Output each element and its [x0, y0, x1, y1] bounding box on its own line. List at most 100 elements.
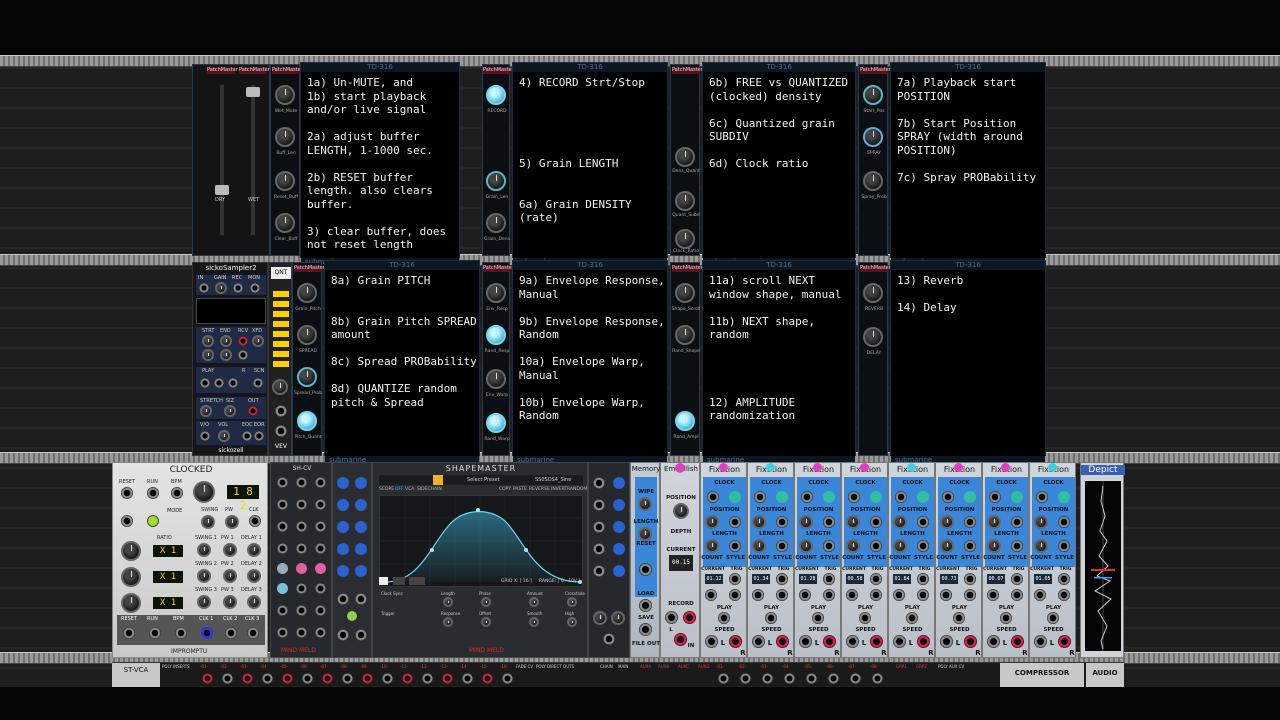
- fixation-length-jack[interactable]: [870, 540, 882, 552]
- clocked-ratio-knob-2[interactable]: [121, 567, 141, 587]
- fixation-out-l-jack[interactable]: [799, 635, 812, 648]
- clocked-delay-2-knob[interactable]: [247, 569, 261, 583]
- shapemaster-preset-select[interactable]: Select Preset: [467, 477, 500, 483]
- grain-pitch-knob[interactable]: [297, 283, 317, 303]
- knob[interactable]: [611, 611, 625, 625]
- jack[interactable]: [593, 499, 605, 511]
- grain-len-knob[interactable]: [486, 171, 506, 191]
- shcv-jack[interactable]: [296, 521, 307, 532]
- shape-node[interactable]: [524, 548, 528, 552]
- clocked-pw-3-knob[interactable]: [223, 595, 237, 609]
- text-note-5[interactable]: 8a) Grain PITCH 8b) Grain Pitch SPREAD a…: [325, 270, 479, 456]
- shapemaster-shape-select[interactable]: SS0SOS4_Sine: [535, 477, 571, 483]
- shape-scroll-knob[interactable]: [675, 283, 695, 303]
- memory-length-knob[interactable]: [638, 527, 652, 541]
- channel-jack[interactable]: [382, 673, 393, 684]
- shcv-jack[interactable]: [315, 499, 326, 510]
- shcv-jack[interactable]: [277, 477, 288, 488]
- jack[interactable]: [613, 499, 625, 511]
- rand-shape-knob[interactable]: [675, 325, 695, 345]
- fixation-play-jack[interactable]: [953, 612, 965, 624]
- fixation-out-l-jack[interactable]: [987, 635, 1000, 648]
- shcv-jack[interactable]: [315, 583, 326, 594]
- offset-knob[interactable]: [481, 617, 491, 627]
- jack[interactable]: [593, 565, 605, 577]
- sampler-stretch-knob[interactable]: [200, 405, 212, 417]
- channel-jack[interactable]: [422, 673, 433, 684]
- rand-resp-knob[interactable]: [486, 325, 506, 345]
- fixation-jack[interactable]: [1058, 589, 1070, 601]
- fixation-position-jack[interactable]: [729, 516, 741, 528]
- channel-jack[interactable]: [442, 673, 453, 684]
- shcv-jack[interactable]: [296, 477, 307, 488]
- jack[interactable]: [613, 565, 625, 577]
- sampler-vo-jack[interactable]: [200, 431, 210, 441]
- memory-save-jack[interactable]: [639, 623, 652, 636]
- fixation-clock-button[interactable]: [729, 491, 741, 503]
- clocked-clk1-out[interactable]: [201, 627, 213, 639]
- fixation-position-knob[interactable]: [987, 515, 1001, 529]
- fixation-play-jack[interactable]: [718, 612, 730, 624]
- fixation-position-knob[interactable]: [705, 515, 719, 529]
- sampler-out-jack[interactable]: [248, 406, 258, 416]
- clocked-reset-out[interactable]: [123, 627, 135, 639]
- fixation-out-l-jack[interactable]: [752, 635, 765, 648]
- fixation-length-knob[interactable]: [1034, 539, 1048, 553]
- vca-jack[interactable]: [337, 629, 349, 641]
- channel-jack[interactable]: [202, 673, 213, 684]
- vca-jack[interactable]: [337, 565, 349, 577]
- grain-dens-knob[interactable]: [486, 213, 506, 233]
- fixation-trig-jack[interactable]: [729, 573, 741, 585]
- sampler-jack[interactable]: [228, 378, 238, 388]
- clock-ratio-knob[interactable]: [675, 229, 695, 249]
- fixation-length-knob[interactable]: [893, 539, 907, 553]
- jack[interactable]: [593, 543, 605, 555]
- shcv-jack[interactable]: [277, 499, 288, 510]
- fixation-trig-jack[interactable]: [917, 573, 929, 585]
- vca-jack[interactable]: [337, 499, 349, 511]
- sampler-jack[interactable]: [238, 350, 248, 360]
- sampler-gain-knob[interactable]: [215, 282, 227, 294]
- channel-jack[interactable]: [242, 673, 253, 684]
- play-button[interactable]: [379, 577, 388, 585]
- fixation-clock-jack[interactable]: [942, 491, 954, 503]
- fixation-length-knob[interactable]: [987, 539, 1001, 553]
- dens-quant-knob[interactable]: [675, 147, 695, 167]
- sampler-knob[interactable]: [220, 349, 232, 361]
- shcv-jack[interactable]: [315, 605, 326, 616]
- jack[interactable]: [593, 477, 605, 489]
- copy-button[interactable]: COPY: [499, 487, 511, 492]
- fixation-trig-jack[interactable]: [1058, 573, 1070, 585]
- memory-jack[interactable]: [639, 563, 652, 576]
- fixation-position-jack[interactable]: [823, 516, 835, 528]
- text-note-8[interactable]: 13) Reverb 14) Delay: [891, 270, 1045, 456]
- shcv-button[interactable]: [277, 583, 288, 594]
- embellish-position-knob[interactable]: [673, 503, 689, 519]
- shcv-jack[interactable]: [277, 521, 288, 532]
- fixation-out-l-jack[interactable]: [846, 635, 859, 648]
- shcv-jack[interactable]: [296, 543, 307, 554]
- vca-jack[interactable]: [355, 629, 367, 641]
- sampler-jack[interactable]: [214, 378, 224, 388]
- length-knob[interactable]: [443, 597, 453, 607]
- channel-jack[interactable]: [828, 673, 839, 684]
- channel-jack[interactable]: [784, 673, 795, 684]
- tab-off[interactable]: OFF: [395, 487, 404, 492]
- fixation-play-jack[interactable]: [859, 612, 871, 624]
- fixation-clock-jack[interactable]: [1036, 491, 1048, 503]
- shapemaster-channel-selected[interactable]: [433, 475, 443, 485]
- reverse-button[interactable]: REVERSE: [529, 487, 550, 492]
- vca-jack[interactable]: [355, 593, 367, 605]
- fixation-clock-button[interactable]: [964, 491, 976, 503]
- fixation-clock-button[interactable]: [870, 491, 882, 503]
- fixation-length-knob[interactable]: [799, 539, 813, 553]
- channel-jack[interactable]: [462, 673, 473, 684]
- fixation-out-r-jack[interactable]: [729, 635, 742, 648]
- knob[interactable]: [593, 611, 607, 625]
- fixation-position-jack[interactable]: [964, 516, 976, 528]
- jack[interactable]: [613, 477, 625, 489]
- vca-jack[interactable]: [355, 499, 367, 511]
- sampler-vol-knob[interactable]: [218, 430, 230, 442]
- fixation-trig-jack[interactable]: [1011, 573, 1023, 585]
- clocked-swing-knob[interactable]: [201, 515, 215, 529]
